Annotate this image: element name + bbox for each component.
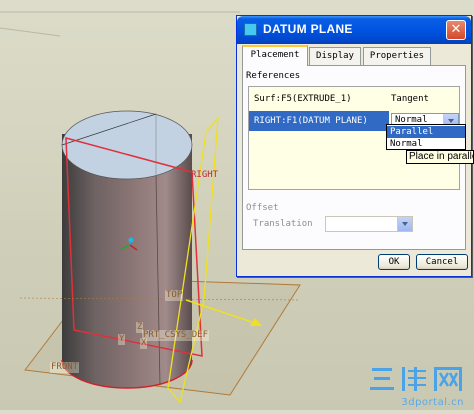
constraint-dropdown-list[interactable]: Parallel Normal (386, 124, 466, 150)
dialog-titlebar[interactable]: DATUM PLANE ✕ (237, 16, 471, 44)
dropdown-option-normal[interactable]: Normal (387, 138, 465, 150)
translation-select[interactable] (325, 216, 413, 232)
axis-z-label: Z (136, 322, 144, 333)
datum-plane-icon (244, 23, 257, 36)
watermark-url: 3dportal.cn (401, 397, 464, 408)
axis-x-label: X (140, 338, 148, 349)
watermark-logo: 3dportal.cn (368, 364, 468, 408)
tab-properties[interactable]: Properties (363, 47, 431, 65)
ok-button[interactable]: OK (378, 254, 410, 270)
dropdown-option-parallel[interactable]: Parallel (387, 126, 465, 138)
close-button[interactable]: ✕ (446, 20, 466, 40)
offset-heading: Offset (246, 203, 279, 213)
translation-label: Translation (253, 219, 313, 229)
axis-y-label: Y (118, 334, 126, 345)
reference-name: Surf:F5(EXTRUDE_1) (254, 94, 352, 104)
tooltip: Place in parallel (406, 150, 474, 164)
csys-label: PRT_CSYS_DEF (142, 330, 210, 341)
tab-placement[interactable]: Placement (242, 45, 308, 66)
cancel-button[interactable]: Cancel (416, 254, 468, 270)
chevron-down-icon[interactable] (397, 217, 412, 231)
top-cap (61, 110, 193, 180)
top-plane-label: TOP (165, 290, 184, 301)
right-plane-label: RIGHT (191, 170, 219, 180)
dialog-title: DATUM PLANE (263, 22, 353, 36)
front-plane-label: FRONT (50, 362, 80, 373)
background-line (0, 27, 61, 37)
tab-display[interactable]: Display (309, 47, 361, 65)
reference-row[interactable]: Surf:F5(EXTRUDE_1) (249, 89, 389, 109)
reference-row-selected[interactable]: RIGHT:F1(DATUM PLANE) (249, 111, 389, 131)
reference-constraint[interactable]: Tangent (391, 94, 429, 104)
references-heading: References (246, 71, 301, 81)
csys-origin (128, 237, 134, 243)
reference-name: RIGHT:F1(DATUM PLANE) (254, 116, 368, 126)
watermark-glyphs (370, 367, 462, 391)
